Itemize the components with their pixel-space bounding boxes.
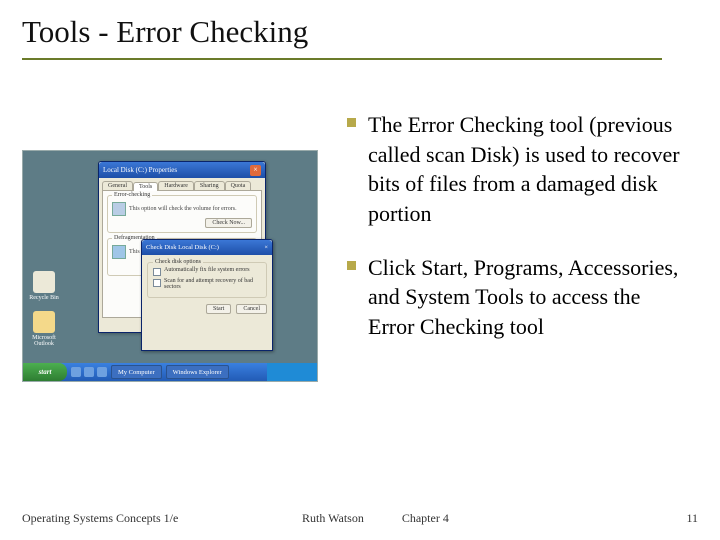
quick-launch-icon[interactable] (84, 367, 94, 377)
check-now-button[interactable]: Check Now... (205, 218, 252, 228)
error-checking-group: Error-checking This option will check th… (107, 195, 257, 233)
quick-launch-icon[interactable] (71, 367, 81, 377)
properties-title-text: Local Disk (C:) Properties (103, 166, 177, 174)
bullet-square-icon (347, 261, 356, 270)
check-disk-dialog: Check Disk Local Disk (C:) × Check disk … (141, 239, 273, 351)
defrag-icon (112, 245, 126, 259)
check-options-label: Check disk options (153, 259, 203, 265)
tab-sharing[interactable]: Sharing (194, 181, 225, 190)
properties-titlebar: Local Disk (C:) Properties × (99, 162, 265, 178)
disk-check-icon (112, 202, 126, 216)
cancel-button[interactable]: Cancel (236, 304, 267, 314)
checkbox-label: Scan for and attempt recovery of bad sec… (164, 278, 261, 290)
tab-tools[interactable]: Tools (133, 182, 158, 191)
checkbox-scan-recover[interactable] (153, 279, 161, 287)
close-icon[interactable]: × (264, 244, 268, 251)
group-label: Error-checking (112, 192, 152, 198)
system-tray[interactable] (267, 363, 317, 381)
start-button[interactable]: Start (206, 304, 231, 314)
start-button[interactable]: start (23, 363, 67, 381)
bullet-text: The Error Checking tool (previous called… (368, 110, 688, 229)
tab-quota[interactable]: Quota (225, 181, 252, 190)
close-icon[interactable]: × (250, 165, 261, 176)
tab-general[interactable]: General (102, 181, 133, 190)
taskbar-button[interactable]: Windows Explorer (166, 365, 229, 379)
checkbox-label: Automatically fix file system errors (164, 267, 250, 273)
bullet-text: Click Start, Programs, Accessories, and … (368, 253, 688, 342)
group-text: This option will check the volume for er… (129, 205, 237, 213)
embedded-screenshot: Recycle Bin Microsoft Outlook Local Disk… (22, 150, 318, 382)
desktop-icon-label: Microsoft Outlook (28, 335, 60, 347)
desktop-icon (33, 271, 55, 293)
bullet-item: The Error Checking tool (previous called… (347, 110, 688, 229)
footer-left: Operating Systems Concepts 1/e (22, 511, 262, 526)
check-options-group: Check disk options Automatically fix fil… (147, 262, 267, 298)
desktop-icon (33, 311, 55, 333)
checkbox-autofix[interactable] (153, 268, 161, 276)
quick-launch-icon[interactable] (97, 367, 107, 377)
check-disk-titlebar: Check Disk Local Disk (C:) × (142, 240, 272, 255)
bullet-item: Click Start, Programs, Accessories, and … (347, 253, 688, 342)
content-area: Recycle Bin Microsoft Outlook Local Disk… (22, 110, 698, 382)
slide-title: Tools - Error Checking (22, 14, 698, 56)
check-disk-title-text: Check Disk Local Disk (C:) (146, 244, 219, 251)
desktop-icon-label: Recycle Bin (28, 295, 60, 301)
taskbar-button[interactable]: My Computer (111, 365, 162, 379)
footer-author: Ruth Watson (302, 511, 364, 526)
tab-hardware[interactable]: Hardware (158, 181, 194, 190)
slide-footer: Operating Systems Concepts 1/e Ruth Wats… (0, 511, 720, 526)
taskbar: start My Computer Windows Explorer (23, 363, 317, 381)
properties-tabs: General Tools Hardware Sharing Quota (102, 181, 262, 190)
page-number: 11 (658, 511, 698, 526)
quick-launch (71, 367, 107, 377)
screenshot-column: Recycle Bin Microsoft Outlook Local Disk… (22, 110, 327, 382)
check-disk-body: Check disk options Automatically fix fil… (142, 255, 272, 319)
bullets-column: The Error Checking tool (previous called… (347, 110, 698, 382)
slide: Tools - Error Checking Recycle Bin Micro… (0, 0, 720, 540)
footer-center: Ruth Watson Chapter 4 (262, 511, 658, 526)
bullet-square-icon (347, 118, 356, 127)
title-underline (22, 58, 662, 60)
footer-chapter: Chapter 4 (402, 511, 449, 526)
